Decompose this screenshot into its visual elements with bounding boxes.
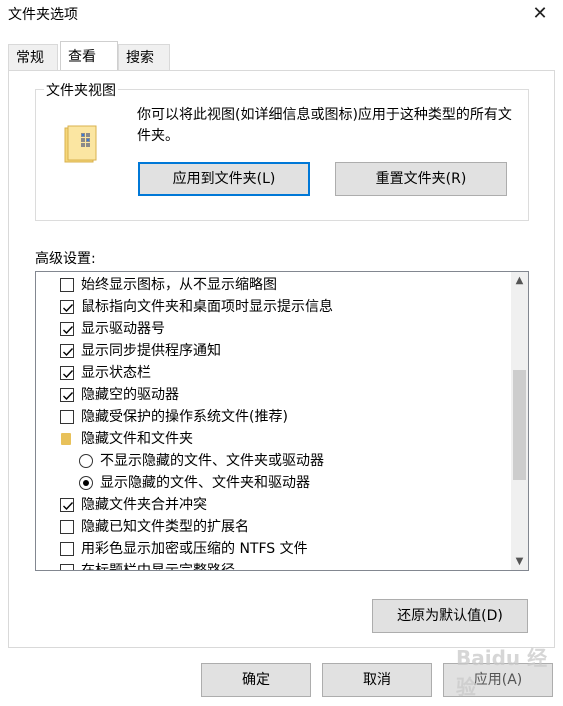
list-item-label: 隐藏受保护的操作系统文件(推荐) [81,409,288,425]
advanced-settings-label: 高级设置: [35,251,96,267]
checkbox[interactable] [60,542,74,556]
reset-folders-button[interactable]: 重置文件夹(R) [335,162,507,196]
checkbox-checked[interactable] [60,344,74,358]
tab-search[interactable]: 搜索 [118,44,170,71]
list-item-label: 显示同步提供程序通知 [81,343,221,359]
tab-view[interactable]: 查看 [60,41,118,71]
window-title: 文件夹选项 [8,7,78,23]
list-item-label: 隐藏空的驱动器 [81,387,179,403]
checkbox-checked[interactable] [60,300,74,314]
advanced-settings-list[interactable]: 始终显示图标，从不显示缩略图 鼠标指向文件夹和桌面项时显示提示信息 显示驱动器号… [35,271,529,571]
cancel-button[interactable]: 取消 [322,663,432,697]
checkbox-checked[interactable] [60,498,74,512]
list-item-label: 隐藏文件和文件夹 [81,431,193,447]
radio-button-selected[interactable] [79,476,93,490]
list-item-label: 显示驱动器号 [81,321,165,337]
scroll-down-icon[interactable]: ▼ [511,553,528,570]
restore-defaults-button[interactable]: 还原为默认值(D) [372,599,528,633]
checkbox[interactable] [60,410,74,424]
list-item-label: 显示状态栏 [81,365,151,381]
folder-views-description: 你可以将此视图(如详细信息或图标)应用于这种类型的所有文件夹。 [137,107,512,144]
folder-view-icon [63,124,99,164]
checkbox[interactable] [60,278,74,292]
list-item-label: 始终显示图标，从不显示缩略图 [81,277,277,293]
checkbox[interactable] [60,564,74,570]
folder-views-label: 文件夹视图 [44,80,118,100]
ok-button[interactable]: 确定 [201,663,311,697]
radio-button[interactable] [79,454,93,468]
checkbox-checked[interactable] [60,322,74,336]
checkbox-checked[interactable] [60,388,74,402]
apply-to-folders-button[interactable]: 应用到文件夹(L) [138,162,310,196]
tab-general[interactable]: 常规 [8,44,58,71]
scroll-up-icon[interactable]: ▲ [511,272,528,289]
list-item-label: 显示隐藏的文件、文件夹和驱动器 [100,475,310,491]
view-tab-panel: 文件夹视图 你可以将此视图(如详细信息或图标)应用于这种类型的所有文件夹。 应用… [8,70,555,648]
list-item-label: 隐藏文件夹合并冲突 [81,497,207,513]
list-item-label: 在标题栏中显示完整路径 [81,563,235,571]
list-item-label: 鼠标指向文件夹和桌面项时显示提示信息 [81,299,333,315]
watermark: Baidu 经验 [456,646,548,699]
checkbox-checked[interactable] [60,366,74,380]
list-item-label: 不显示隐藏的文件、文件夹或驱动器 [100,453,324,469]
folder-options-dialog: 文件夹选项 ✕ 常规 搜索 查看 文件夹视图 你可以将此视图(如详细信息或图标)… [0,0,563,706]
list-item-label: 隐藏已知文件类型的扩展名 [81,519,249,535]
checkbox[interactable] [60,520,74,534]
vertical-scrollbar[interactable]: ▲ ▼ [511,272,528,570]
list-item-label: 用彩色显示加密或压缩的 NTFS 文件 [81,541,308,557]
folder-icon [61,433,71,445]
close-icon[interactable]: ✕ [527,2,553,26]
scroll-thumb[interactable] [513,370,526,480]
folder-views-group: 文件夹视图 你可以将此视图(如详细信息或图标)应用于这种类型的所有文件夹。 应用… [35,80,529,221]
